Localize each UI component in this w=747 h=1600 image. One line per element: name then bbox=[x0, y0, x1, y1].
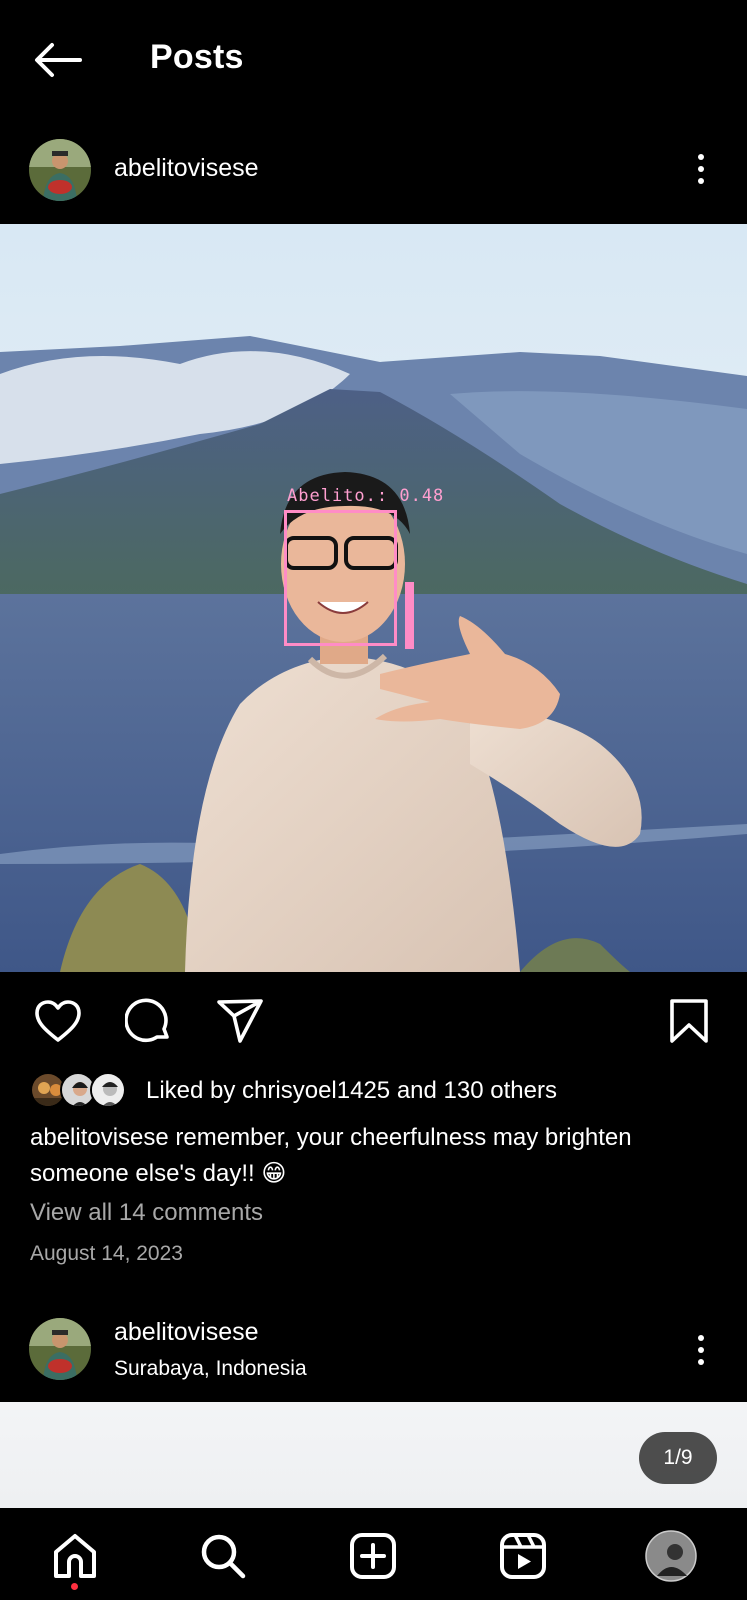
next-post-username[interactable]: abelitovisese bbox=[114, 1318, 259, 1347]
more-options-button[interactable] bbox=[686, 147, 716, 191]
post-header: abelitovisese bbox=[0, 135, 747, 205]
tab-search[interactable] bbox=[197, 1530, 249, 1582]
more-options-button[interactable] bbox=[686, 1328, 716, 1372]
more-dot bbox=[698, 1347, 704, 1353]
more-dot bbox=[698, 1335, 704, 1341]
more-dot bbox=[698, 1359, 704, 1365]
save-button[interactable] bbox=[663, 995, 715, 1047]
more-dot bbox=[698, 154, 704, 160]
like-button[interactable] bbox=[32, 995, 84, 1047]
face-detection-box bbox=[284, 510, 397, 646]
post-caption: abelitovisese remember, your cheerfulnes… bbox=[30, 1124, 632, 1187]
image-counter: 1/9 bbox=[639, 1432, 717, 1484]
face-detection-label: Abelito.: 0.48 bbox=[287, 486, 445, 506]
tab-home[interactable] bbox=[49, 1530, 101, 1582]
tab-reels[interactable] bbox=[497, 1530, 549, 1582]
heart-icon bbox=[35, 1000, 81, 1042]
post-date: August 14, 2023 bbox=[30, 1242, 183, 1265]
view-comments-link[interactable]: View all 14 comments bbox=[30, 1199, 263, 1227]
user-avatar[interactable] bbox=[29, 139, 91, 201]
tab-create[interactable] bbox=[347, 1530, 399, 1582]
post-image[interactable]: Abelito.: 0.48 bbox=[0, 224, 747, 972]
next-post-image[interactable]: 1/9 bbox=[0, 1402, 747, 1508]
page-title: Posts bbox=[150, 38, 244, 76]
notification-dot bbox=[71, 1583, 78, 1590]
top-bar: Posts bbox=[0, 0, 747, 118]
share-icon bbox=[217, 999, 263, 1043]
home-icon bbox=[54, 1534, 96, 1578]
search-icon bbox=[201, 1534, 246, 1579]
post-actions bbox=[0, 985, 747, 1055]
bookmark-icon bbox=[670, 999, 708, 1043]
more-dot bbox=[698, 166, 704, 172]
face-detection-bar bbox=[405, 582, 414, 649]
liker-avatar bbox=[90, 1072, 126, 1108]
share-button[interactable] bbox=[214, 995, 266, 1047]
create-icon bbox=[350, 1533, 396, 1579]
comment-icon bbox=[125, 998, 169, 1043]
post-username[interactable]: abelitovisese bbox=[114, 154, 259, 183]
back-arrow-icon bbox=[35, 43, 82, 77]
reels-icon bbox=[500, 1533, 546, 1579]
more-dot bbox=[698, 178, 704, 184]
bottom-nav bbox=[0, 1508, 747, 1600]
comment-button[interactable] bbox=[123, 995, 175, 1047]
back-button[interactable] bbox=[30, 38, 84, 82]
user-avatar[interactable] bbox=[29, 1318, 91, 1380]
tab-profile[interactable] bbox=[645, 1530, 697, 1582]
likes-text: Liked by chrisyoel1425 and 130 others bbox=[146, 1077, 557, 1104]
likes-row[interactable]: Liked by chrisyoel1425 and 130 others bbox=[30, 1070, 730, 1110]
profile-avatar bbox=[645, 1530, 697, 1582]
next-post-header: abelitovisese Surabaya, Indonesia bbox=[0, 1310, 747, 1400]
next-post-location[interactable]: Surabaya, Indonesia bbox=[114, 1357, 307, 1381]
